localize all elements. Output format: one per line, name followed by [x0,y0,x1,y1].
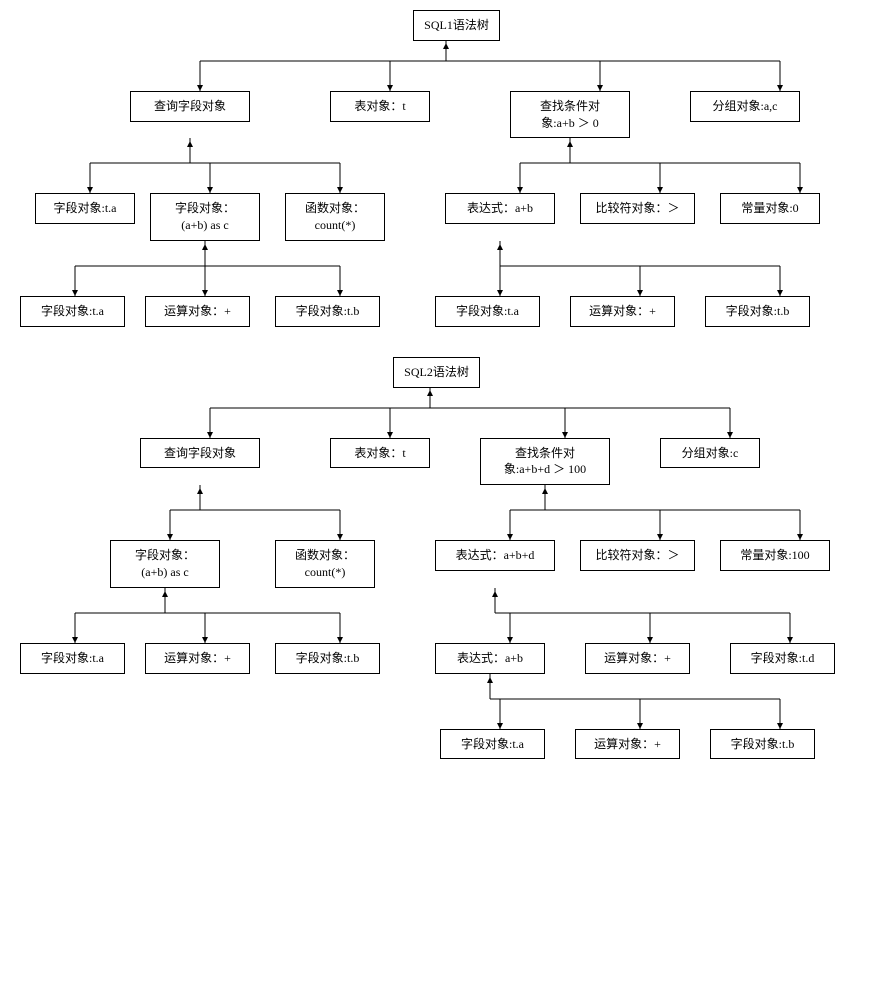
tree1-conn-1-2 [10,138,863,193]
tree2-field-abasc-node: 字段对象： (a+b) as c [110,540,220,588]
tree2-l4-fieldtb-node: 字段对象:t.b [710,729,815,760]
tree2-comp-gt-node: 比较符对象：＞ [580,540,695,571]
sql1-tree: SQL1语法树 查询字段对象 表对象：t 查找条件对 象:a+b ＞ 0 分组对… [10,10,863,327]
tree1-comp-gt-node: 比较符对象：＞ [580,193,695,224]
tree1-expr-ab-node: 表达式：a+b [445,193,555,224]
tree2-conn-1-2 [10,485,863,540]
tree1-tableobj-node: 表对象：t [330,91,430,122]
tree2-level0: SQL2语法树 [10,357,863,388]
tree1-conn-0-1 [10,41,863,91]
tree1-l3-fieldtb2-node: 字段对象:t.b [705,296,810,327]
tree2-condobj-node: 查找条件对 象:a+b+d ＞ 100 [480,438,610,486]
tree2-func-count-node: 函数对象： count(*) [275,540,375,588]
tree2-l3-opplus2-node: 运算对象：+ [585,643,690,674]
tree2-conn-2-3 [10,588,863,643]
sql2-tree: SQL2语法树 查询字段对象 表对象：t 查找条件对 象:a+b+d ＞ 100… [10,357,863,760]
tree1-level3: 字段对象:t.a 运算对象：+ 字段对象:t.b 字段对象:t.a 运算对象：+… [10,296,863,327]
tree1-root-node: SQL1语法树 [413,10,500,41]
tree2-const100-node: 常量对象:100 [720,540,830,571]
tree2-root-node: SQL2语法树 [393,357,480,388]
tree2-l3-fieldtb-node: 字段对象:t.b [275,643,380,674]
tree2-tableobj-node: 表对象：t [330,438,430,469]
tree2-queryfield-node: 查询字段对象 [140,438,260,469]
tree2-level1: 查询字段对象 表对象：t 查找条件对 象:a+b+d ＞ 100 分组对象:c [10,438,863,486]
tree2-l3-fieldta-node: 字段对象:t.a [20,643,125,674]
tree1-l3-opplus2-node: 运算对象：+ [570,296,675,327]
tree2-expr-abd-node: 表达式：a+b+d [435,540,555,571]
tree2-l3-exprab-node: 表达式：a+b [435,643,545,674]
tree1-condobj-node: 查找条件对 象:a+b ＞ 0 [510,91,630,139]
tree1-l3-fieldta-node: 字段对象:t.a [20,296,125,327]
tree1-field-abasc-node: 字段对象： (a+b) as c [150,193,260,241]
tree2-l4-opplus-node: 运算对象：+ [575,729,680,760]
tree2-groupobj-node: 分组对象:c [660,438,760,469]
tree1-level2: 字段对象:t.a 字段对象： (a+b) as c 函数对象： count(*)… [10,193,863,241]
tree1-l3-fieldtb-node: 字段对象:t.b [275,296,380,327]
tree1-l3-fieldta2-node: 字段对象:t.a [435,296,540,327]
tree2-level2: 字段对象： (a+b) as c 函数对象： count(*) 表达式：a+b+… [10,540,863,588]
tree1-field-ta-node: 字段对象:t.a [35,193,135,224]
tree1-level1: 查询字段对象 表对象：t 查找条件对 象:a+b ＞ 0 分组对象:a,c [10,91,863,139]
tree1-level0: SQL1语法树 [10,10,863,41]
tree1-conn-2-3 [10,241,863,296]
tree2-level3: 字段对象:t.a 运算对象：+ 字段对象:t.b 表达式：a+b 运算对象：+ … [10,643,863,674]
tree2-conn-0-1 [10,388,863,438]
tree2-l3-fieldtd-node: 字段对象:t.d [730,643,835,674]
tree2-l3-opplus-node: 运算对象：+ [145,643,250,674]
tree2-l4-fieldta-node: 字段对象:t.a [440,729,545,760]
tree1-l3-opplus-node: 运算对象：+ [145,296,250,327]
tree1-groupobj-node: 分组对象:a,c [690,91,800,122]
tree1-func-count-node: 函数对象： count(*) [285,193,385,241]
tree2-conn-3-4 [10,674,863,729]
tree2-level4: 字段对象:t.a 运算对象：+ 字段对象:t.b [10,729,863,760]
tree1-queryfield-node: 查询字段对象 [130,91,250,122]
tree1-const0-node: 常量对象:0 [720,193,820,224]
